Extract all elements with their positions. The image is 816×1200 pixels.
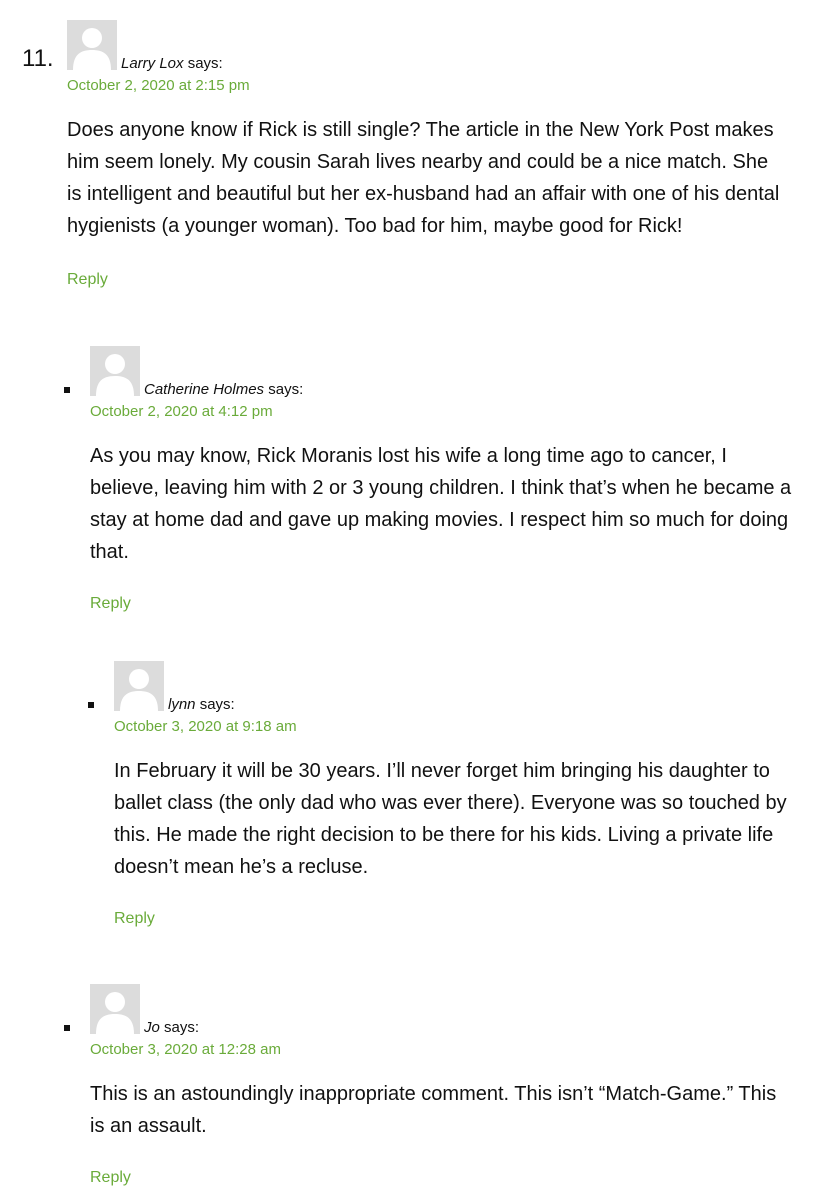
default-avatar-icon — [67, 20, 117, 70]
default-avatar-icon — [90, 346, 140, 396]
comment-body: This is an astoundingly inappropriate co… — [90, 1083, 777, 1137]
comment-lynn: lynn says: October 3, 2020 at 9:18 am In… — [114, 661, 799, 929]
says-label: says: — [159, 1019, 200, 1036]
comment-number: 11. — [22, 45, 54, 72]
says-label: says: — [264, 381, 304, 398]
default-avatar-icon — [90, 984, 140, 1034]
comment-body: As you may know, Rick Moranis lost his w… — [90, 445, 792, 563]
author-line: Larry Lox says: — [121, 55, 223, 73]
square-bullet-icon — [64, 1025, 70, 1031]
comment-jo: Jo says: October 3, 2020 at 12:28 am Thi… — [90, 984, 790, 1188]
comment-body: Does anyone know if Rick is still single… — [67, 119, 780, 237]
author-name: Jo — [144, 1019, 160, 1036]
reply-link[interactable]: Reply — [90, 1168, 790, 1188]
author-line: Catherine Holmes says: — [144, 381, 303, 399]
comment-header: lynn says: — [114, 661, 799, 717]
author-name: lynn — [168, 696, 196, 713]
square-bullet-icon — [64, 387, 70, 393]
comment-date-link[interactable]: October 2, 2020 at 2:15 pm — [67, 76, 787, 96]
comment-header: Jo says: — [90, 984, 790, 1040]
comment-header: Larry Lox says: — [67, 20, 787, 76]
reply-link[interactable]: Reply — [90, 594, 795, 614]
comment-catherine-holmes: Catherine Holmes says: October 2, 2020 a… — [90, 346, 795, 614]
author-name: Larry Lox — [121, 55, 184, 72]
says-label: says: — [183, 55, 223, 72]
reply-link[interactable]: Reply — [67, 270, 787, 290]
reply-link[interactable]: Reply — [114, 909, 799, 929]
author-line: lynn says: — [168, 696, 235, 714]
default-avatar-icon — [114, 661, 164, 711]
comment-date-link[interactable]: October 2, 2020 at 4:12 pm — [90, 402, 795, 422]
comment-date-link[interactable]: October 3, 2020 at 9:18 am — [114, 717, 799, 737]
comment-larry-lox: Larry Lox says: October 2, 2020 at 2:15 … — [67, 20, 787, 290]
comment-body: In February it will be 30 years. I’ll ne… — [114, 760, 787, 878]
square-bullet-icon — [88, 702, 94, 708]
comment-header: Catherine Holmes says: — [90, 346, 795, 402]
author-line: Jo says: — [144, 1019, 199, 1037]
comment-date-link[interactable]: October 3, 2020 at 12:28 am — [90, 1040, 790, 1060]
author-name: Catherine Holmes — [144, 381, 265, 398]
says-label: says: — [195, 696, 235, 713]
